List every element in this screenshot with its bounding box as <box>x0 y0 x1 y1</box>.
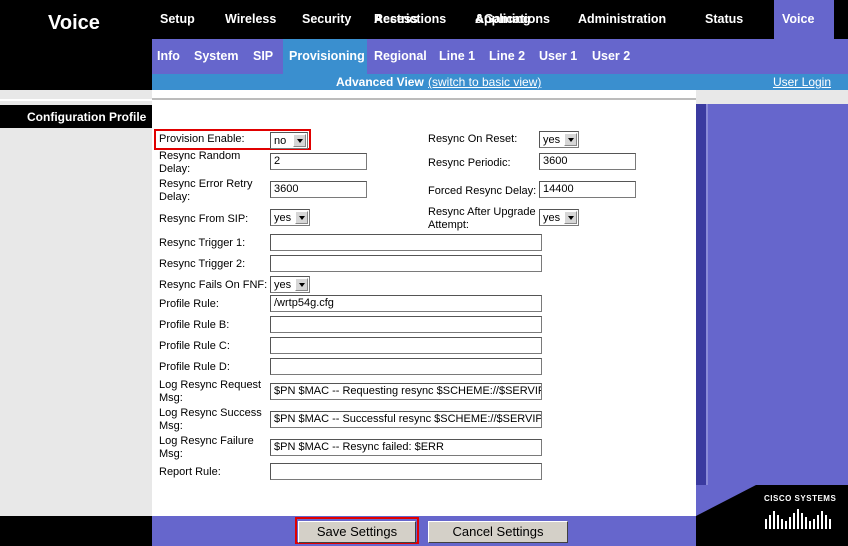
config-form: Provision Enable: no Resync Random Delay:… <box>152 90 696 516</box>
footer-left <box>0 516 152 546</box>
provision-enable-select[interactable]: no <box>270 132 308 149</box>
log-resync-success-msg-field[interactable]: $PN $MAC -- Successful resync $SCHEME://… <box>270 411 542 428</box>
advanced-view-label: Advanced View <box>336 75 424 89</box>
cisco-logo-icon <box>765 509 831 529</box>
resync-periodic-field[interactable]: 3600 <box>539 153 636 170</box>
resync-on-reset-select[interactable]: yes <box>539 131 579 148</box>
chevron-down-icon <box>564 211 577 224</box>
app-title: Voice <box>48 12 100 34</box>
subtab-info[interactable]: Info <box>152 39 188 74</box>
subtab-system[interactable]: System <box>189 39 241 74</box>
right-sidebar-gap <box>696 90 848 104</box>
resync-from-sip-label: Resync From SIP: <box>159 213 249 225</box>
switch-to-basic-view-link[interactable]: (switch to basic view) <box>428 75 541 89</box>
resync-trigger-1-label: Resync Trigger 1: <box>159 237 246 249</box>
main-nav: Setup Wireless Security Access Restrictio… <box>152 0 848 39</box>
footer-brand: CISCO SYSTEMS <box>696 485 848 546</box>
tab-security[interactable]: Security <box>292 0 362 39</box>
sidebar-divider <box>0 99 152 101</box>
profile-rule-d-field[interactable] <box>270 358 542 375</box>
subtab-line-2[interactable]: Line 2 <box>484 39 529 74</box>
tab-administration[interactable]: Administration <box>567 0 677 39</box>
profile-rule-d-label: Profile Rule D: <box>159 361 230 373</box>
resync-from-sip-select[interactable]: yes <box>270 209 310 226</box>
resync-after-upgrade-attempt-select[interactable]: yes <box>539 209 579 226</box>
chevron-down-icon <box>564 133 577 146</box>
resync-trigger-2-field[interactable] <box>270 255 542 272</box>
user-login-link[interactable]: User Login <box>773 75 831 89</box>
left-sidebar: Configuration Profile <box>0 90 152 516</box>
report-rule-label: Report Rule: <box>159 466 221 478</box>
resync-on-reset-label: Resync On Reset: <box>428 133 518 145</box>
profile-rule-label: Profile Rule: <box>159 298 219 310</box>
subtab-provisioning[interactable]: Provisioning <box>283 39 367 74</box>
header-left: Voice <box>0 0 152 90</box>
subtab-regional[interactable]: Regional <box>369 39 429 74</box>
cisco-logo-text: CISCO SYSTEMS <box>764 494 837 503</box>
profile-rule-field[interactable]: /wrtp54g.cfg <box>270 295 542 312</box>
section-header: Configuration Profile <box>0 105 152 128</box>
profile-rule-c-field[interactable] <box>270 337 542 354</box>
chevron-down-icon <box>295 211 308 224</box>
subtab-line-1[interactable]: Line 1 <box>434 39 479 74</box>
resync-fails-on-fnf-label: Resync Fails On FNF: <box>159 279 268 291</box>
tab-access-restrictions[interactable]: Access Restrictions <box>365 0 460 39</box>
subtab-user-1[interactable]: User 1 <box>534 39 584 74</box>
log-resync-success-msg-label: Log Resync Success Msg: <box>159 407 262 432</box>
forced-resync-delay-field[interactable]: 14400 <box>539 181 636 198</box>
resync-error-retry-delay-label: Resync Error Retry Delay: <box>159 178 253 203</box>
resync-trigger-2-label: Resync Trigger 2: <box>159 258 246 270</box>
profile-rule-c-label: Profile Rule C: <box>159 340 230 352</box>
tab-setup[interactable]: Setup <box>152 0 212 39</box>
resync-random-delay-label: Resync Random Delay: <box>159 150 241 175</box>
sub-nav: Info System SIP Provisioning Regional Li… <box>152 39 848 74</box>
resync-periodic-label: Resync Periodic: <box>428 157 511 169</box>
profile-rule-b-label: Profile Rule B: <box>159 319 230 331</box>
chevron-down-icon <box>293 134 306 147</box>
profile-rule-b-field[interactable] <box>270 316 542 333</box>
subtab-user-2[interactable]: User 2 <box>587 39 637 74</box>
cancel-button[interactable]: Cancel Settings <box>428 521 568 543</box>
footer-wedge <box>696 485 756 516</box>
chevron-down-icon <box>295 278 308 291</box>
provision-enable-label: Provision Enable: <box>159 133 245 145</box>
log-resync-request-msg-label: Log Resync Request Msg: <box>159 379 262 404</box>
right-sidebar <box>696 90 848 516</box>
tab-status[interactable]: Status <box>692 0 762 39</box>
resync-error-retry-delay-field[interactable]: 3600 <box>270 181 367 198</box>
subtab-sip[interactable]: SIP <box>247 39 277 74</box>
forced-resync-delay-label: Forced Resync Delay: <box>428 185 537 197</box>
resync-random-delay-field[interactable]: 2 <box>270 153 367 170</box>
resync-trigger-1-field[interactable] <box>270 234 542 251</box>
view-bar: Advanced View (switch to basic view) Use… <box>152 74 848 90</box>
right-sidebar-edge <box>696 104 706 516</box>
form-top-divider <box>152 98 696 100</box>
section-title: Configuration Profile <box>27 110 147 124</box>
log-resync-failure-msg-field[interactable]: $PN $MAC -- Resync failed: $ERR <box>270 439 542 456</box>
resync-fails-on-fnf-select[interactable]: yes <box>270 276 310 293</box>
tab-applications-gaming[interactable]: Applications &Gaming <box>464 0 564 39</box>
save-button[interactable]: Save Settings <box>298 521 416 543</box>
report-rule-field[interactable] <box>270 463 542 480</box>
tab-voice[interactable]: Voice <box>774 0 834 39</box>
right-sidebar-ledge <box>706 104 708 516</box>
log-resync-failure-msg-label: Log Resync Failure Msg: <box>159 435 254 460</box>
footer-actions: Save Settings Cancel Settings <box>152 516 696 546</box>
tab-wireless[interactable]: Wireless <box>214 0 289 39</box>
log-resync-request-msg-field[interactable]: $PN $MAC -- Requesting resync $SCHEME://… <box>270 383 542 400</box>
resync-after-upgrade-attempt-label: Resync After Upgrade Attempt: <box>428 206 536 231</box>
